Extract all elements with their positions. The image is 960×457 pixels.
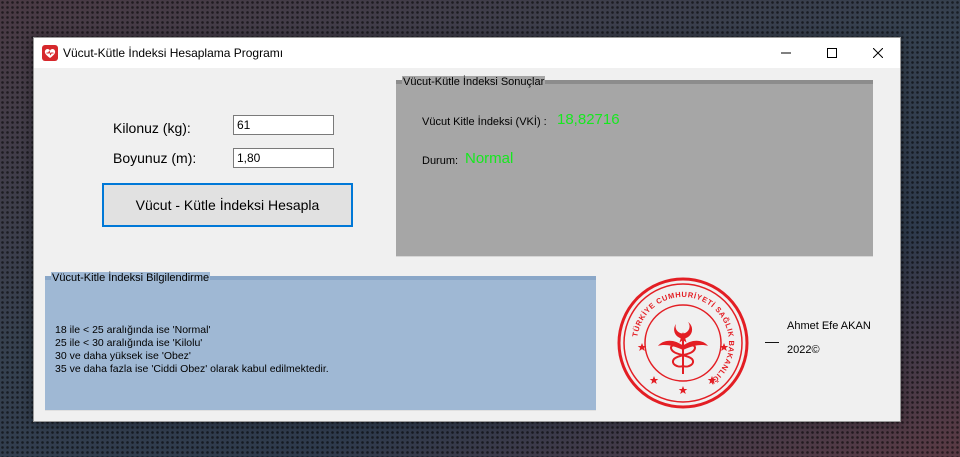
app-window: Vücut-Kütle İndeksi Hesaplama Programı K…	[33, 37, 901, 422]
close-button[interactable]	[855, 38, 901, 68]
heart-app-icon	[42, 45, 58, 61]
info-line: 35 ve daha fazla ise 'Ciddi Obez' olarak…	[55, 363, 329, 375]
info-group: Vücut-Kitle İndeksi Bilgilendirme 18 ile…	[45, 272, 596, 411]
results-caption: Vücut-Kütle İndeksi Sonuçlar	[402, 76, 546, 88]
weight-input[interactable]	[233, 115, 334, 135]
status-label: Durum:	[422, 155, 459, 167]
maximize-icon	[827, 48, 837, 58]
ministry-seal-icon: TÜRKİYE CUMHURİYETİ SAĞLIK BAKANLIĞI	[617, 277, 749, 409]
info-line: 30 ve daha yüksek ise 'Obez'	[55, 350, 191, 362]
calculate-bmi-button[interactable]: Vücut - Kütle İndeksi Hesapla	[102, 183, 353, 227]
weight-label: Kilonuz (kg):	[113, 120, 191, 136]
info-line: 18 ile < 25 aralığında ise 'Normal'	[55, 324, 211, 336]
minimize-icon	[781, 52, 791, 54]
info-caption: Vücut-Kitle İndeksi Bilgilendirme	[51, 272, 211, 284]
minimize-button[interactable]	[763, 38, 809, 68]
close-icon	[873, 48, 883, 58]
height-input[interactable]	[233, 148, 334, 168]
maximize-button[interactable]	[809, 38, 855, 68]
credits-dash: —	[765, 333, 779, 349]
status-value: Normal	[465, 150, 514, 167]
bmi-label: Vücut Kitle İndeksi (VKİ) :	[422, 116, 547, 128]
height-label: Boyunuz (m):	[113, 150, 197, 166]
copyright-year: 2022©	[787, 344, 820, 356]
info-line: 25 ile < 30 aralığında ise 'Kilolu'	[55, 337, 203, 349]
bmi-value: 18,82716	[557, 111, 620, 128]
window-title: Vücut-Kütle İndeksi Hesaplama Programı	[63, 46, 284, 60]
title-bar[interactable]: Vücut-Kütle İndeksi Hesaplama Programı	[34, 38, 900, 68]
info-text: 18 ile < 25 aralığında ise 'Normal' 25 i…	[55, 324, 329, 376]
results-group: Vücut-Kütle İndeksi Sonuçlar Vücut Kitle…	[396, 76, 873, 257]
author-name: Ahmet Efe AKAN	[787, 320, 871, 332]
